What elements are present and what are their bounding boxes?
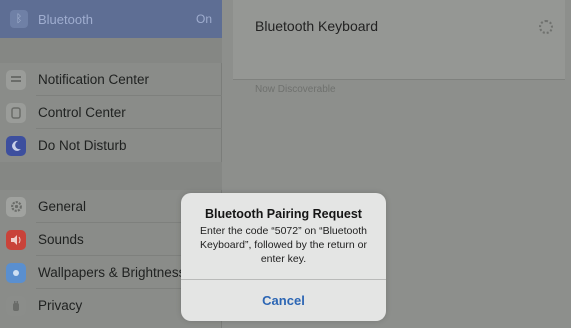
cancel-button[interactable]: Cancel: [181, 280, 386, 321]
sidebar-item-label: Bluetooth: [38, 11, 93, 27]
dialog-message: Enter the code “5072” on “Bluetooth Keyb…: [200, 225, 367, 265]
dialog-title: Bluetooth Pairing Request: [205, 207, 362, 221]
sidebar-item-do-not-disturb[interactable]: Do Not Disturb: [0, 129, 222, 162]
sidebar-item-control-center[interactable]: Control Center: [0, 96, 222, 129]
bluetooth-icon: ᛒ: [10, 10, 28, 28]
sidebar-item-label: Control Center: [38, 105, 126, 120]
moon-icon: [6, 135, 26, 156]
device-row[interactable]: Bluetooth Keyboard: [233, 0, 565, 80]
device-name: Bluetooth Keyboard: [255, 18, 378, 34]
hand-icon: [6, 295, 26, 316]
bluetooth-status-value: On: [195, 12, 212, 26]
notification-center-icon: [6, 69, 26, 90]
control-center-icon: [6, 102, 26, 123]
group-separator: [0, 162, 222, 190]
sidebar-item-label: Do Not Disturb: [38, 138, 127, 153]
sidebar-item-label: General: [38, 199, 87, 214]
spinner-icon: [539, 20, 553, 34]
pairing-alert-dialog: Bluetooth Pairing Request Enter the code…: [181, 193, 386, 321]
sidebar-item-label: Notification Center: [38, 72, 150, 87]
sidebar-item-bluetooth[interactable]: ᛒ Bluetooth On: [0, 0, 222, 38]
discoverable-status: Now Discoverable: [255, 84, 336, 95]
wallpaper-icon: [6, 262, 26, 283]
sidebar-item-label: Wallpapers & Brightness: [38, 265, 186, 280]
speaker-icon: [6, 229, 26, 250]
sidebar-item-label: Privacy: [38, 298, 83, 313]
sidebar-item-notification-center[interactable]: Notification Center: [0, 63, 222, 96]
sidebar-item-label: Sounds: [38, 232, 84, 247]
gear-icon: [6, 196, 26, 217]
group-separator: [0, 38, 222, 63]
